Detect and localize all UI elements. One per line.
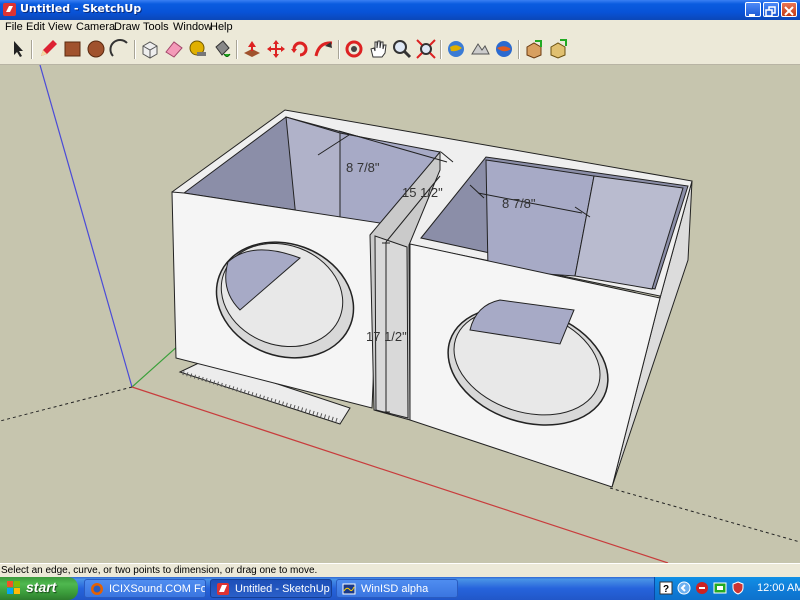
taskbar-item-label: WinISD alpha bbox=[361, 583, 429, 595]
close-button[interactable] bbox=[781, 2, 797, 17]
minimize-icon bbox=[749, 14, 755, 16]
start-button[interactable]: start bbox=[0, 577, 78, 600]
windows-flag-icon bbox=[7, 581, 20, 594]
menu-view[interactable]: View bbox=[48, 21, 72, 33]
zoom-icon[interactable] bbox=[391, 38, 413, 60]
red-axis-dashed bbox=[609, 487, 800, 543]
minimize-button[interactable] bbox=[745, 2, 761, 17]
blue-axis-line bbox=[39, 65, 133, 388]
eraser-icon[interactable] bbox=[163, 38, 185, 60]
share-component-icon[interactable] bbox=[547, 38, 569, 60]
title-bar[interactable]: Untitled - SketchUp bbox=[0, 0, 800, 20]
move-icon[interactable] bbox=[265, 38, 287, 60]
antivirus-icon[interactable] bbox=[695, 581, 709, 595]
dim-left-width[interactable]: 8 7/8" bbox=[346, 160, 380, 175]
network-icon[interactable] bbox=[713, 581, 727, 595]
rectangle-icon[interactable] bbox=[61, 38, 83, 60]
toolbar-separator bbox=[338, 40, 340, 59]
divider-front-edge bbox=[374, 235, 409, 419]
toolbar-separator bbox=[440, 40, 442, 59]
help-icon[interactable]: ? bbox=[659, 581, 673, 595]
taskbar-item-winisd[interactable]: WinISD alpha bbox=[336, 579, 458, 598]
toggle-terrain-icon[interactable] bbox=[469, 38, 491, 60]
sketchup-app-icon bbox=[3, 3, 16, 16]
tape-measure-icon[interactable] bbox=[187, 38, 209, 60]
taskbar-item-label: Untitled - SketchUp bbox=[235, 583, 330, 595]
start-label: start bbox=[26, 579, 57, 595]
arc-icon[interactable] bbox=[109, 38, 131, 60]
menu-tools[interactable]: Tools bbox=[143, 21, 169, 33]
security-shield-icon[interactable] bbox=[731, 581, 745, 595]
model-canvas: 8 7/8" 8 7/8" 15 1/2" 17 1/2" bbox=[0, 65, 800, 563]
menu-window[interactable]: Window bbox=[173, 21, 212, 33]
modeling-viewport[interactable]: 8 7/8" 8 7/8" 15 1/2" 17 1/2" bbox=[0, 65, 800, 563]
maximize-button[interactable] bbox=[763, 2, 779, 17]
menu-camera[interactable]: Camera bbox=[76, 21, 115, 33]
restore-icon bbox=[765, 6, 776, 17]
dim-top-depth[interactable]: 15 1/2" bbox=[402, 185, 443, 200]
menu-edit[interactable]: Edit bbox=[26, 21, 45, 33]
push-pull-icon[interactable] bbox=[241, 38, 263, 60]
taskbar-item-label: ICIXSound.COM Foru... bbox=[109, 583, 205, 595]
pan-icon[interactable] bbox=[367, 38, 389, 60]
toolbar-separator bbox=[236, 40, 238, 59]
select-icon[interactable] bbox=[7, 38, 29, 60]
dim-divider-height[interactable]: 17 1/2" bbox=[366, 329, 407, 344]
get-models-icon[interactable] bbox=[493, 38, 515, 60]
menu-file[interactable]: File bbox=[5, 21, 23, 33]
green-axis-dashed bbox=[0, 386, 133, 422]
toolbar-separator bbox=[31, 40, 33, 59]
circle-icon[interactable] bbox=[85, 38, 107, 60]
show-hidden-icons-chevron[interactable] bbox=[677, 581, 691, 595]
menu-bar: File Edit View Camera Draw Tools Window … bbox=[0, 20, 800, 35]
menu-draw[interactable]: Draw bbox=[114, 21, 140, 33]
taskbar-item-sketchup[interactable]: Untitled - SketchUp bbox=[210, 579, 332, 598]
share-model-icon[interactable] bbox=[523, 38, 545, 60]
rotate-icon[interactable] bbox=[289, 38, 311, 60]
dim-right-width[interactable]: 8 7/8" bbox=[502, 196, 536, 211]
orbit-icon[interactable] bbox=[343, 38, 365, 60]
toolbar bbox=[0, 35, 800, 65]
window-title: Untitled - SketchUp bbox=[20, 2, 142, 15]
winisd-icon bbox=[342, 583, 356, 595]
follow-me-icon[interactable] bbox=[313, 38, 335, 60]
system-tray: ? 12:00 AM bbox=[654, 577, 800, 600]
close-icon bbox=[784, 6, 794, 16]
sketchup-icon bbox=[217, 583, 229, 595]
taskbar-item-firefox[interactable]: ICIXSound.COM Foru... bbox=[84, 579, 206, 598]
menu-help[interactable]: Help bbox=[210, 21, 233, 33]
zoom-extents-icon[interactable] bbox=[415, 38, 437, 60]
paint-bucket-icon[interactable] bbox=[211, 38, 233, 60]
system-clock[interactable]: 12:00 AM bbox=[757, 582, 800, 594]
toolbar-separator bbox=[518, 40, 520, 59]
firefox-icon bbox=[91, 583, 103, 595]
make-component-icon[interactable] bbox=[139, 38, 161, 60]
svg-text:?: ? bbox=[663, 584, 669, 595]
toolbar-separator bbox=[134, 40, 136, 59]
status-message: Select an edge, curve, or two points to … bbox=[1, 565, 318, 576]
windows-taskbar: start ICIXSound.COM Foru... Untitled - S… bbox=[0, 577, 800, 600]
status-bar: Select an edge, curve, or two points to … bbox=[0, 563, 800, 578]
pencil-icon[interactable] bbox=[37, 38, 59, 60]
add-location-icon[interactable] bbox=[445, 38, 467, 60]
